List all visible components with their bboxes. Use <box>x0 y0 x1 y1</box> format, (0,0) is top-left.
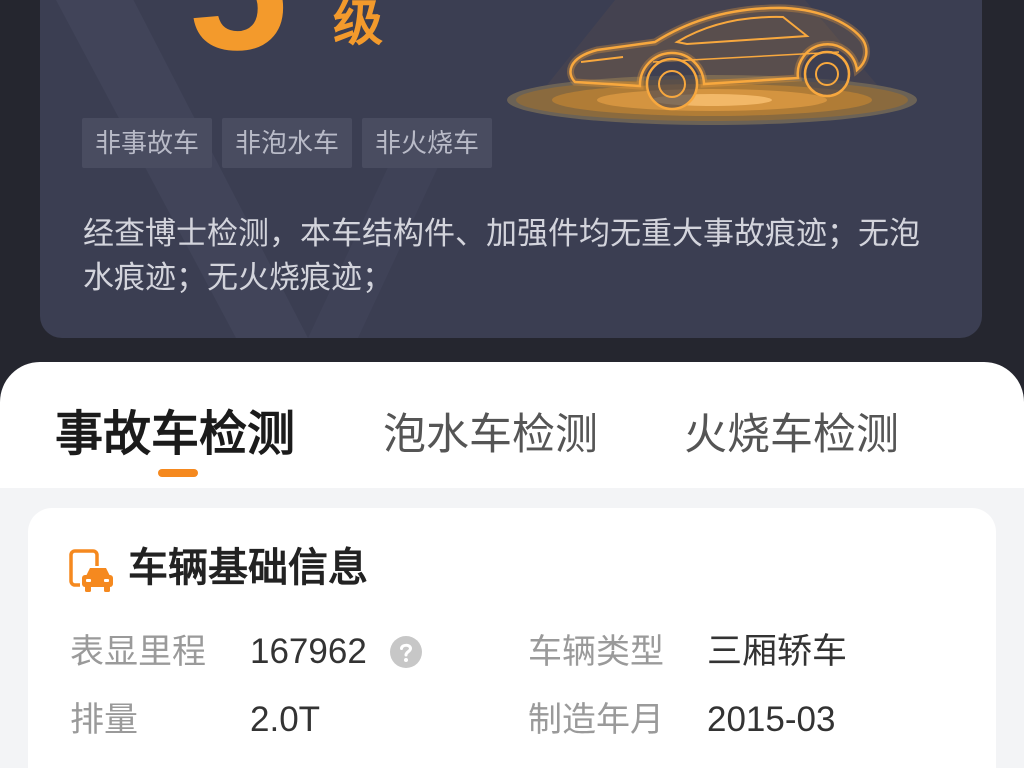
car-document-icon <box>68 548 114 594</box>
active-tab-indicator <box>158 469 198 477</box>
inspection-summary-text: 经查博士检测，本车结构件、加强件均无重大事故痕迹；无泡水痕迹；无火烧痕迹； <box>83 216 920 295</box>
grade-value: 5 <box>188 0 288 78</box>
tab-accident-inspection[interactable]: 事故车检测 <box>55 405 295 465</box>
detail-sheet: 事故车检测 泡水车检测 火烧车检测 车辆基础信息 表显里程 167962 车辆类… <box>0 362 1024 768</box>
tag-non-flood: 非泡水车 <box>222 118 353 168</box>
field-label-manufacture-date: 制造年月 <box>528 701 664 739</box>
tag-list: 非事故车 非泡水车 非火烧车 <box>82 118 493 168</box>
inspection-report-page: 5 级 非事故车 非泡水车 非火烧车 经查博士检测，本车结构件、加强件均无重大 <box>0 0 1024 768</box>
tag-non-accident: 非事故车 <box>82 118 213 168</box>
field-label-displacement: 排量 <box>70 701 138 739</box>
field-label-mileage: 表显里程 <box>70 633 206 671</box>
report-summary-card: 5 级 非事故车 非泡水车 非火烧车 经查博士检测，本车结构件、加强件均无重大 <box>40 0 982 338</box>
basic-info-card: 车辆基础信息 表显里程 167962 车辆类型 三厢轿车 排量 2.0T 制造年… <box>28 508 996 768</box>
tag-non-fire: 非火烧车 <box>362 118 493 168</box>
field-value-displacement: 2.0T <box>250 700 321 739</box>
section-title: 车辆基础信息 <box>128 546 368 590</box>
car-illustration-icon <box>507 0 917 125</box>
field-value-mileage: 167962 <box>250 632 367 671</box>
field-label-vehicle-type: 车辆类型 <box>528 633 664 671</box>
question-icon[interactable] <box>390 636 422 668</box>
field-value-vehicle-type: 三厢轿车 <box>707 632 848 671</box>
field-value-manufacture-date: 2015-03 <box>707 700 836 739</box>
tab-fire-inspection[interactable]: 火烧车检测 <box>684 405 899 465</box>
grade-unit: 级 <box>333 0 383 51</box>
tab-flood-inspection[interactable]: 泡水车检测 <box>383 405 598 465</box>
